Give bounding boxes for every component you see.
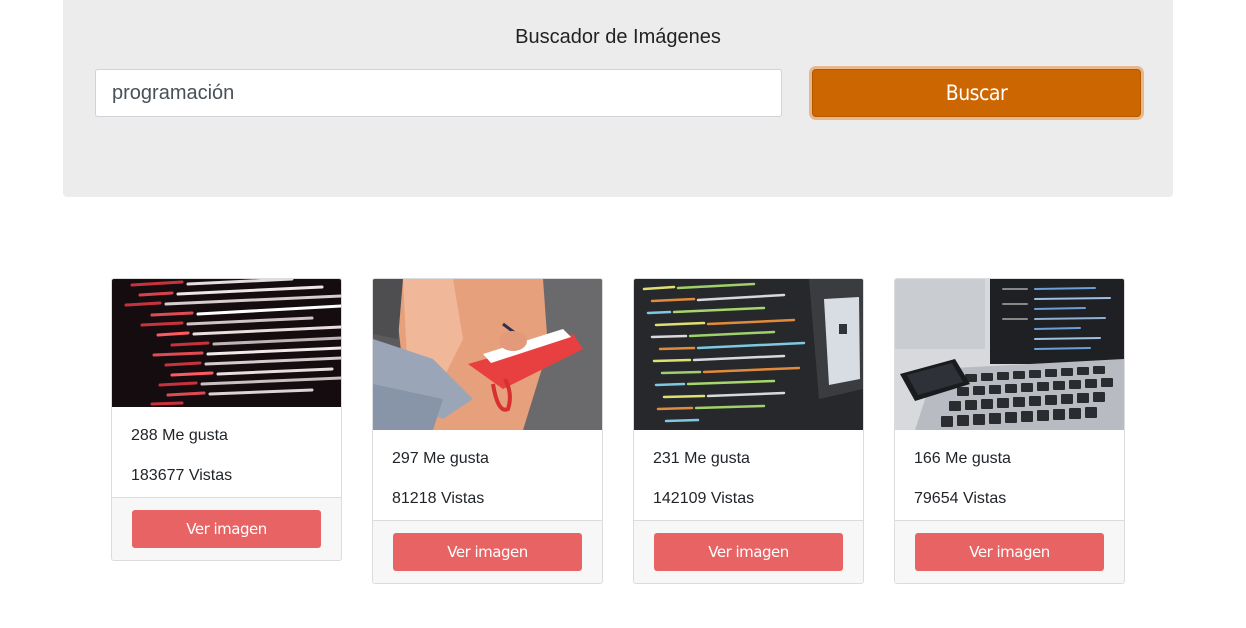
card-body: 231 Me gusta 142109 Vistas [634,430,863,520]
search-input[interactable] [95,69,782,117]
likes-count: 288 Me gusta [131,427,228,444]
page-title: Buscador de Imágenes [515,26,721,48]
view-image-button[interactable]: Ver imagen [915,533,1104,571]
search-panel: Buscador de Imágenes Buscar [63,0,1173,197]
likes-count: 166 Me gusta [914,450,1011,467]
result-image[interactable] [634,279,863,430]
search-button[interactable]: Buscar [812,69,1141,117]
views-count: 142109 Vistas [653,490,755,507]
view-image-button[interactable]: Ver imagen [393,533,582,571]
result-card: 297 Me gusta 81218 Vistas Ver imagen [372,278,603,584]
result-image[interactable] [373,279,602,430]
likes-count: 231 Me gusta [653,450,750,467]
view-image-button[interactable]: Ver imagen [132,510,321,548]
result-card: 231 Me gusta 142109 Vistas Ver imagen [633,278,864,584]
card-footer: Ver imagen [373,520,602,583]
card-footer: Ver imagen [895,520,1124,583]
views-count: 183677 Vistas [131,467,233,484]
view-image-button[interactable]: Ver imagen [654,533,843,571]
card-footer: Ver imagen [112,497,341,560]
result-card: 288 Me gusta 183677 Vistas Ver imagen [111,278,342,561]
views-count: 79654 Vistas [914,490,1007,507]
card-body: 297 Me gusta 81218 Vistas [373,430,602,520]
card-footer: Ver imagen [634,520,863,583]
result-image[interactable] [112,279,341,407]
result-card: 166 Me gusta 79654 Vistas Ver imagen [894,278,1125,584]
views-count: 81218 Vistas [392,490,485,507]
result-image[interactable] [895,279,1124,430]
likes-count: 297 Me gusta [392,450,489,467]
card-body: 166 Me gusta 79654 Vistas [895,430,1124,520]
card-body: 288 Me gusta 183677 Vistas [112,407,341,497]
